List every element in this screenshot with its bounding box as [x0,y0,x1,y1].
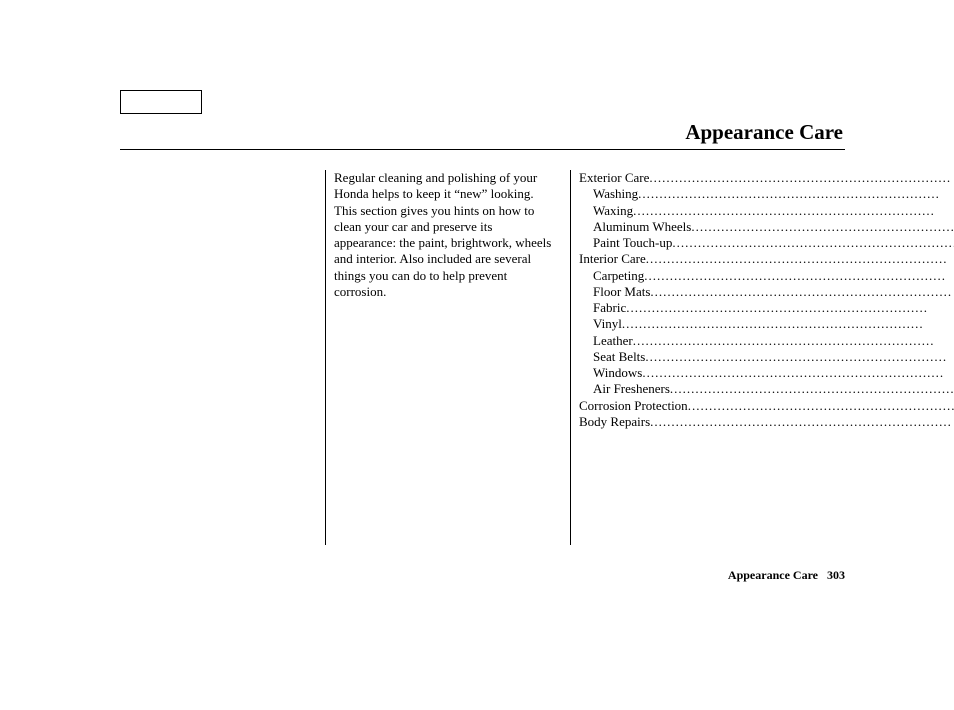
toc-entry-label: Corrosion Protection [579,398,688,414]
footer-page-number: 303 [821,568,845,582]
toc-entry-label: Air Fresheners [593,381,670,397]
toc-entry: Air Fresheners308 [579,381,954,397]
toc-entry-label: Vinyl [593,316,622,332]
header-placeholder-box [120,90,202,114]
toc-entry: Fabric307 [579,300,954,316]
toc-leader-dots [646,251,954,267]
toc-entry: Vinyl307 [579,316,954,332]
toc-entry: Aluminum Wheels305 [579,219,954,235]
toc-entry: Carpeting306 [579,268,954,284]
toc-entry-label: Windows [593,365,642,381]
toc-leader-dots [670,381,954,397]
toc-leader-dots [644,268,954,284]
toc-leader-dots [650,284,954,300]
toc-entry-label: Seat Belts [593,349,645,365]
toc-entry: Interior Care306 [579,251,954,267]
toc-leader-dots [688,398,954,414]
toc-entry-label: Carpeting [593,268,644,284]
toc-entry-label: Paint Touch-up [593,235,672,251]
footer-section-label: Appearance Care [728,568,818,582]
toc-leader-dots [650,414,954,430]
toc-entry: Floor Mats306 [579,284,954,300]
toc-entry-label: Interior Care [579,251,646,267]
toc-leader-dots [633,203,954,219]
toc-entry-label: Waxing [593,203,633,219]
toc-entry-label: Body Repairs [579,414,650,430]
toc-entry: Washing304 [579,186,954,202]
toc-entry-label: Exterior Care [579,170,649,186]
title-rule [120,149,845,150]
toc-entry-label: Aluminum Wheels [593,219,691,235]
toc-entry-label: Washing [593,186,638,202]
toc-leader-dots [626,300,954,316]
toc-entry: Corrosion Protection309 [579,398,954,414]
toc-leader-dots [638,186,954,202]
toc-entry: Windows308 [579,365,954,381]
page-footer: Appearance Care 303 [728,568,845,583]
page-title: Appearance Care [120,120,845,145]
toc-leader-dots [642,365,954,381]
toc-entry-label: Floor Mats [593,284,650,300]
toc-entry: Exterior Care304 [579,170,954,186]
table-of-contents: Exterior Care304Washing304Waxing305Alumi… [570,170,954,545]
toc-entry: Leather307 [579,333,954,349]
toc-leader-dots [633,333,954,349]
toc-leader-dots [649,170,954,186]
toc-leader-dots [622,316,954,332]
toc-entry-label: Fabric [593,300,626,316]
intro-text: Regular cleaning and polishing of your H… [334,170,551,299]
intro-column: Regular cleaning and polishing of your H… [325,170,570,545]
toc-entry: Paint Touch-up305 [579,235,954,251]
toc-leader-dots [672,235,954,251]
toc-leader-dots [691,219,954,235]
toc-entry: Waxing305 [579,203,954,219]
toc-entry: Body Repairs310 [579,414,954,430]
toc-entry-label: Leather [593,333,633,349]
toc-entry: Seat Belts307 [579,349,954,365]
toc-leader-dots [645,349,954,365]
